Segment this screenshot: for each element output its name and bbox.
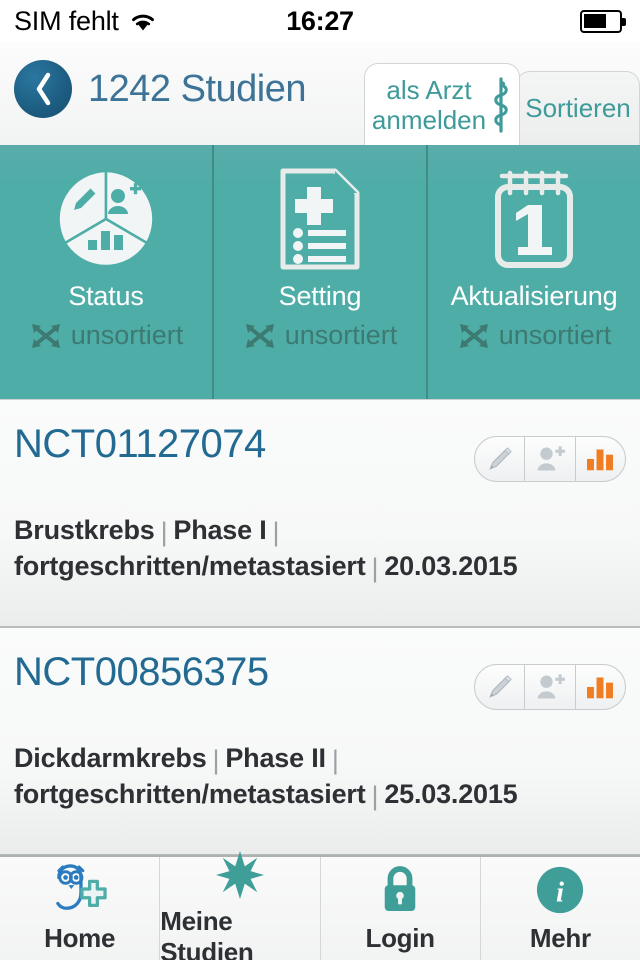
status-pie-icon (56, 167, 156, 271)
app-screen: SIM fehlt 16:27 1242 Studien als Arzt an… (0, 0, 640, 960)
tab-als-arzt-anmelden[interactable]: als Arzt anmelden (364, 63, 520, 145)
meta-separator: | (160, 517, 168, 547)
person-add-icon[interactable] (524, 665, 574, 709)
tab-meine-studien[interactable]: Meine Studien (159, 850, 319, 960)
info-circle-icon: i (535, 863, 585, 917)
study-stage: fortgeschritten/metastasiert (14, 551, 366, 581)
nav-tab-group: als Arzt anmelden Sortieren (364, 42, 640, 145)
sort-cell-setting-state: unsortiert (243, 320, 398, 351)
sort-cell-setting-title: Setting (278, 281, 362, 311)
meta-separator: | (212, 745, 220, 775)
pencil-icon[interactable] (475, 665, 524, 709)
status-bar-right (580, 9, 626, 33)
sort-cell-aktualisierung-state: unsortiert (457, 320, 612, 351)
tab-meine-studien-label: Meine Studien (160, 905, 254, 960)
study-stage: fortgeschritten/metastasiert (14, 779, 366, 809)
study-id: NCT00856375 (14, 650, 269, 694)
shuffle-arrows-icon (459, 323, 488, 348)
sort-cell-setting[interactable]: Setting unsortiert (212, 145, 426, 399)
person-add-icon[interactable] (524, 437, 574, 481)
status-bar: SIM fehlt 16:27 (0, 0, 640, 42)
study-list: NCT01127074 Brustkrebs | Phase I |fortge… (0, 400, 640, 856)
clock-label: 16:27 (286, 5, 354, 36)
back-button[interactable] (14, 60, 72, 118)
shuffle-arrows-icon (245, 323, 274, 348)
padlock-icon (379, 863, 421, 917)
sort-cell-status[interactable]: Status unsortiert (0, 145, 212, 399)
study-indication: Dickdarmkrebs (14, 743, 207, 773)
study-action-badge[interactable] (474, 664, 626, 710)
back-chevron-icon (36, 72, 51, 106)
bottom-tab-bar: Home Meine Studien Login i Mehr (0, 850, 640, 960)
study-list-item[interactable]: NCT01127074 Brustkrebs | Phase I |fortge… (0, 400, 640, 628)
tab-login[interactable]: Login (319, 857, 480, 960)
nav-left-group: 1242 Studien (14, 60, 306, 118)
bar-chart-icon[interactable] (574, 665, 625, 709)
sort-cell-aktualisierung[interactable]: Aktualisierung unsortiert (426, 145, 640, 399)
study-header-row: NCT00856375 (14, 650, 626, 710)
shuffle-arrows-icon (31, 323, 60, 348)
asclepius-staff-icon (494, 76, 508, 133)
study-meta: Brustkrebs | Phase I |fortgeschritten/metas… (14, 512, 626, 584)
study-action-badge[interactable] (474, 436, 626, 482)
meta-separator: | (371, 781, 379, 811)
study-phase: Phase I (173, 515, 267, 545)
sort-cell-setting-state-label: unsortiert (284, 320, 398, 350)
sort-cell-status-state: unsortiert (29, 320, 184, 351)
tab-sortieren[interactable]: Sortieren (516, 71, 640, 145)
study-list-item[interactable]: NCT00856375 Dickdarmkrebs | Phase II |fo… (0, 628, 640, 856)
meta-separator: | (272, 517, 280, 547)
navigation-bar: 1242 Studien als Arzt anmelden Sortieren (0, 42, 640, 145)
tab-als-arzt-anmelden-label: als Arzt anmelden (371, 74, 487, 135)
tab-home-label: Home (44, 923, 116, 953)
page-title: 1242 Studien (88, 67, 306, 110)
study-meta: Dickdarmkrebs | Phase II |fortgeschritten/m… (14, 740, 626, 812)
sort-criteria-panel: Status unsortiert Setting unsortiert Akt… (0, 145, 640, 400)
tab-home[interactable]: Home (0, 857, 159, 960)
svg-text:i: i (556, 877, 564, 909)
tab-mehr[interactable]: i Mehr (479, 857, 640, 960)
tab-login-label: Login (365, 923, 435, 953)
tab-sortieren-label: Sortieren (525, 93, 631, 123)
meta-separator: | (331, 745, 339, 775)
sort-cell-status-title: Status (68, 281, 144, 311)
meta-separator: | (371, 553, 379, 583)
study-date: 25.03.2015 (384, 779, 518, 809)
tab-mehr-label: Mehr (529, 923, 591, 953)
medical-document-icon (277, 167, 363, 271)
bar-chart-icon[interactable] (574, 437, 625, 481)
study-id: NCT01127074 (14, 422, 266, 466)
sort-cell-aktualisierung-state-label: unsortiert (498, 320, 612, 350)
calendar-one-icon (488, 167, 580, 271)
sort-cell-status-state-label: unsortiert (70, 320, 184, 350)
study-indication: Brustkrebs (14, 515, 155, 545)
battery-icon (580, 9, 626, 33)
owl-cross-logo-icon (51, 863, 109, 917)
study-header-row: NCT01127074 (14, 422, 626, 482)
study-date: 20.03.2015 (384, 551, 518, 581)
sort-cell-aktualisierung-title: Aktualisierung (450, 281, 618, 311)
star-burst-icon (215, 850, 265, 900)
pencil-icon[interactable] (475, 437, 524, 481)
study-phase: Phase II (225, 743, 326, 773)
